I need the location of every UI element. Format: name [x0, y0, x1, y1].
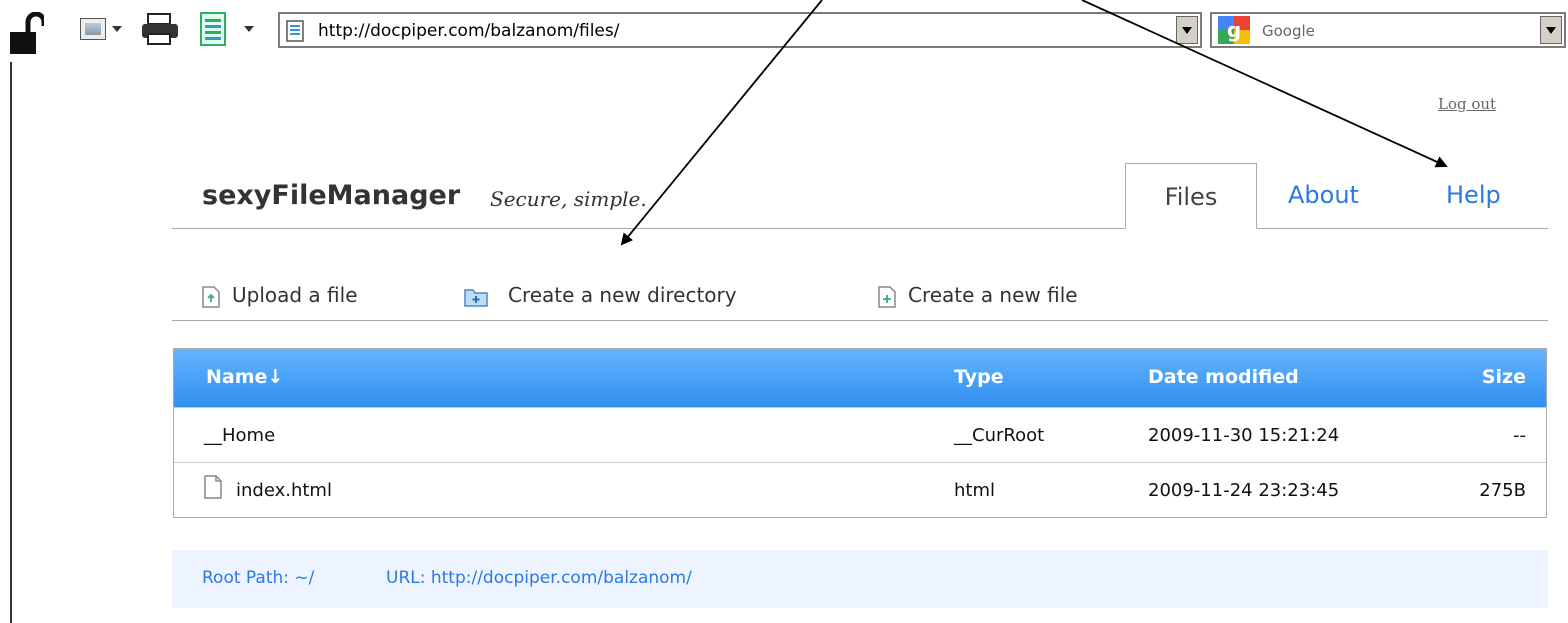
tab-files[interactable]: Files: [1125, 163, 1257, 229]
tab-about[interactable]: About: [1288, 181, 1359, 209]
lock-icon: [10, 12, 44, 54]
column-header-size[interactable]: Size: [1482, 366, 1526, 388]
url-text[interactable]: http://docpiper.com/balzanom/files/: [318, 21, 619, 41]
file-table: Name↓ Type Date modified Size __Home __C…: [173, 348, 1547, 518]
cell-date: 2009-11-30 15:21:24: [1148, 425, 1340, 446]
tab-help[interactable]: Help: [1446, 181, 1501, 209]
table-row[interactable]: __Home __CurRoot 2009-11-30 15:21:24 --: [174, 407, 1546, 464]
column-header-type[interactable]: Type: [954, 366, 1004, 388]
brand-title: sexyFileManager: [202, 180, 461, 211]
chevron-down-icon[interactable]: [112, 26, 122, 32]
new-folder-icon: [464, 289, 488, 307]
table-row[interactable]: index.html html 2009-11-24 23:23:45 275B: [174, 462, 1546, 519]
header-divider: [172, 228, 1548, 229]
column-header-name[interactable]: Name↓: [206, 366, 283, 388]
url-dropdown-button[interactable]: [1176, 16, 1198, 44]
upload-file-label: Upload a file: [232, 283, 358, 307]
chevron-down-icon[interactable]: [244, 26, 254, 32]
address-bar[interactable]: http://docpiper.com/balzanom/files/: [278, 12, 1202, 48]
search-dropdown-button[interactable]: [1540, 16, 1562, 44]
create-directory-label: Create a new directory: [508, 283, 737, 307]
cell-date: 2009-11-24 23:23:45: [1148, 480, 1340, 501]
search-input[interactable]: Google: [1262, 22, 1315, 40]
table-header: Name↓ Type Date modified Size: [174, 349, 1546, 407]
file-icon: [204, 475, 222, 499]
site-url-link[interactable]: URL: http://docpiper.com/balzanom/: [386, 568, 692, 588]
cell-size: 275B: [1479, 480, 1526, 501]
image-icon[interactable]: [80, 18, 106, 40]
logout-link[interactable]: Log out: [1438, 95, 1496, 113]
cell-name[interactable]: index.html: [236, 480, 332, 501]
actions-divider: [172, 320, 1548, 321]
cell-name[interactable]: __Home: [204, 425, 275, 446]
search-bar[interactable]: g Google: [1210, 12, 1566, 48]
cell-type: __CurRoot: [954, 425, 1045, 446]
root-path-text: Root Path: ~/: [202, 568, 315, 588]
new-file-icon: [878, 286, 896, 308]
browser-toolbar: http://docpiper.com/balzanom/files/ g Go…: [0, 0, 1568, 62]
upload-file-icon: [202, 286, 220, 308]
annotation-arrows: [620, 0, 1448, 246]
brand-tagline: Secure, simple.: [490, 187, 647, 211]
page-icon[interactable]: [200, 12, 226, 46]
svg-text:g: g: [1227, 18, 1241, 42]
page-icon: [286, 20, 304, 42]
create-file-label: Create a new file: [908, 283, 1078, 307]
cell-size: --: [1513, 425, 1526, 446]
printer-icon[interactable]: [140, 12, 180, 46]
column-header-date[interactable]: Date modified: [1148, 366, 1299, 388]
google-icon: g: [1218, 16, 1250, 44]
window-border: [0, 62, 12, 623]
path-info-bar: Root Path: ~/ URL: http://docpiper.com/b…: [172, 550, 1548, 608]
cell-type: html: [954, 480, 996, 501]
